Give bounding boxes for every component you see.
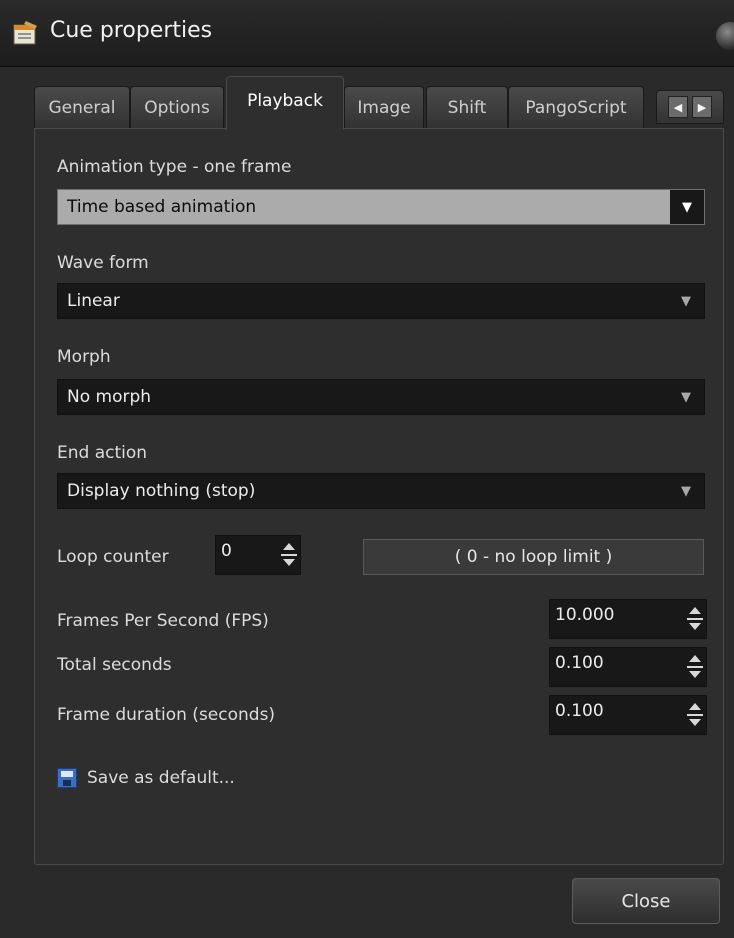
close-button[interactable]: Close (572, 878, 720, 924)
end-action-label: End action (57, 443, 148, 463)
fps-value: 10.000 (555, 605, 615, 625)
tab-playback[interactable]: Playback (226, 76, 344, 130)
wave-form-value: Linear (67, 291, 120, 311)
cue-properties-icon (13, 21, 37, 45)
morph-value: No morph (67, 387, 152, 407)
title-bar[interactable]: Cue properties (0, 0, 734, 67)
wave-form-label: Wave form (57, 253, 149, 273)
end-action-dropdown[interactable]: Display nothing (stop) ▼ (57, 473, 705, 509)
window-title: Cue properties (50, 18, 213, 43)
spin-arrows-icon[interactable] (687, 607, 703, 631)
total-seconds-spinner[interactable]: 0.100 (549, 647, 707, 687)
tab-scroll-left-icon[interactable]: ◀ (668, 96, 688, 118)
window-corner-button[interactable] (716, 22, 734, 50)
tab-general[interactable]: General (34, 86, 130, 128)
frame-duration-value: 0.100 (555, 701, 604, 721)
save-as-default-label: Save as default... (87, 768, 235, 788)
fps-spinner[interactable]: 10.000 (549, 599, 707, 639)
tab-image[interactable]: Image (344, 86, 424, 128)
morph-label: Morph (57, 347, 111, 367)
wave-form-dropdown[interactable]: Linear ▼ (57, 283, 705, 319)
tab-shift[interactable]: Shift (426, 86, 508, 128)
chevron-down-icon[interactable]: ▼ (668, 380, 704, 414)
floppy-disk-icon (57, 768, 77, 788)
frame-duration-spinner[interactable]: 0.100 (549, 695, 707, 735)
fps-label: Frames Per Second (FPS) (57, 611, 269, 631)
tab-pangoscript[interactable]: PangoScript (508, 86, 644, 128)
playback-panel: Animation type - one frame Time based an… (34, 128, 724, 865)
morph-dropdown[interactable]: No morph ▼ (57, 379, 705, 415)
animation-type-value: Time based animation (67, 197, 257, 217)
loop-counter-spinner[interactable]: 0 (215, 535, 301, 575)
chevron-down-icon[interactable]: ▼ (668, 474, 704, 508)
loop-counter-value: 0 (221, 541, 232, 561)
end-action-value: Display nothing (stop) (67, 481, 256, 501)
frame-duration-label: Frame duration (seconds) (57, 705, 276, 725)
chevron-down-icon[interactable]: ▼ (668, 284, 704, 318)
tab-scroll-arrows: ◀ ▶ (656, 90, 724, 124)
animation-type-dropdown[interactable]: Time based animation ▼ (57, 189, 705, 225)
chevron-down-icon[interactable]: ▼ (670, 190, 704, 224)
save-as-default-link[interactable]: Save as default... (57, 763, 235, 793)
spin-arrows-icon[interactable] (687, 655, 703, 679)
loop-counter-label: Loop counter (57, 547, 169, 567)
total-seconds-label: Total seconds (57, 655, 172, 675)
tab-options[interactable]: Options (130, 86, 224, 128)
spin-arrows-icon[interactable] (687, 703, 703, 727)
total-seconds-value: 0.100 (555, 653, 604, 673)
cue-properties-window: Cue properties General Options Playback … (0, 0, 734, 938)
tab-scroll-right-icon[interactable]: ▶ (692, 96, 712, 118)
animation-type-label: Animation type - one frame (57, 157, 292, 177)
spin-arrows-icon[interactable] (281, 543, 297, 567)
tab-bar: General Options Playback Image Shift Pan… (34, 76, 724, 130)
loop-limit-note: ( 0 - no loop limit ) (363, 539, 704, 575)
